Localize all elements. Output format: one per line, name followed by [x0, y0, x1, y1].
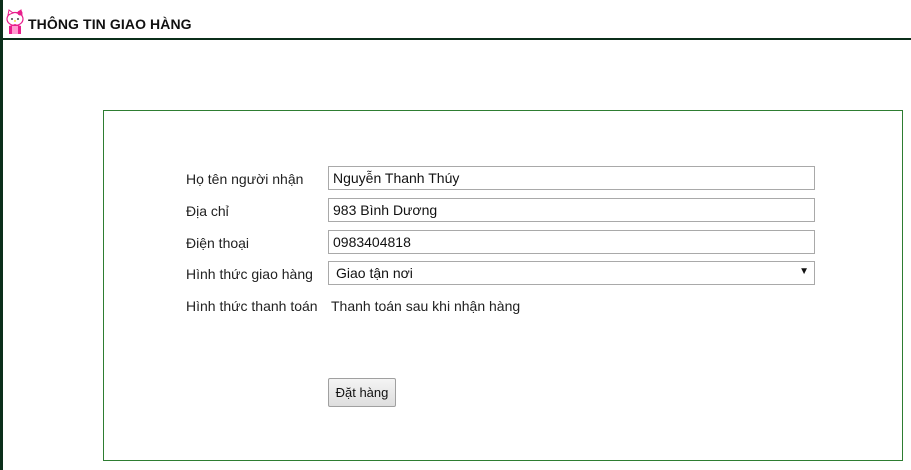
hello-kitty-icon [5, 9, 25, 35]
page: THÔNG TIN GIAO HÀNG Họ tên người nhận Đị… [0, 0, 911, 470]
payment-method-label: Hình thức thanh toán [186, 298, 318, 314]
place-order-button[interactable]: Đặt hàng [328, 378, 396, 407]
address-label: Địa chỉ [186, 203, 229, 219]
page-header: THÔNG TIN GIAO HÀNG [3, 0, 911, 40]
delivery-method-value: Giao tận nơi [336, 265, 413, 281]
phone-input[interactable] [328, 230, 815, 254]
shipping-form-panel: Họ tên người nhận Địa chỉ Điện thoại Hìn… [103, 110, 903, 461]
recipient-name-input[interactable] [328, 166, 815, 190]
phone-label: Điện thoại [186, 235, 250, 251]
delivery-method-select[interactable]: Giao tận nơi ▼ [328, 261, 815, 285]
page-title: THÔNG TIN GIAO HÀNG [28, 16, 192, 32]
dropdown-arrow-icon: ▼ [799, 266, 809, 277]
address-input[interactable] [328, 198, 815, 222]
recipient-name-label: Họ tên người nhận [186, 171, 304, 187]
delivery-method-label: Hình thức giao hàng [186, 266, 313, 282]
payment-method-value: Thanh toán sau khi nhận hàng [331, 298, 521, 314]
